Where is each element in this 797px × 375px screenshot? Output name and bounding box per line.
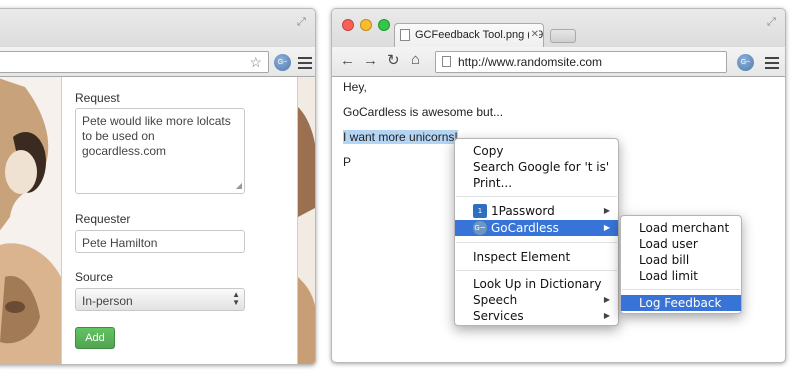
signature-text: P <box>343 155 352 169</box>
zoom-window-button[interactable] <box>378 19 390 31</box>
feedback-popup: Request Pete would like more lolcats to … <box>61 77 298 364</box>
submenu-item-load-merchant[interactable]: Load merchant <box>621 220 741 236</box>
requester-label: Requester <box>75 212 131 226</box>
cat-photo-left <box>0 77 61 364</box>
menu-item-1password-label: 1Password <box>491 204 555 218</box>
star-icon[interactable]: ☆ <box>249 54 262 71</box>
submenu-arrow-icon: ▶ <box>603 206 610 215</box>
submenu-item-log-feedback[interactable]: Log Feedback <box>621 295 741 311</box>
tab-bar: GCFeedback Tool.png (49 ✕ ⤢ <box>332 9 785 47</box>
context-menu: Copy Search Google for 't is' Print... 1… <box>454 138 619 326</box>
select-arrows-icon: ▲ ▼ <box>232 290 240 307</box>
menu-separator <box>622 289 740 290</box>
source-value: In-person <box>82 294 133 308</box>
minimize-window-button[interactable] <box>360 19 372 31</box>
menu-item-gocardless[interactable]: G~ GoCardless ▶ <box>455 220 618 236</box>
text-selection[interactable]: I want more unicorns! <box>343 130 458 144</box>
submenu-item-load-user[interactable]: Load user <box>621 236 741 252</box>
close-window-button[interactable] <box>342 19 354 31</box>
source-label: Source <box>75 270 114 284</box>
selected-text[interactable]: I want more unicorns! <box>343 130 458 144</box>
menu-item-copy[interactable]: Copy <box>455 143 618 159</box>
gocardless-submenu: Load merchant Load user Load bill Load l… <box>620 215 742 314</box>
address-bar[interactable]: http://www.randomsite.com <box>435 51 727 73</box>
reload-icon[interactable]: ↻ <box>387 51 400 69</box>
submenu-arrow-icon: ▶ <box>603 295 610 304</box>
menu-separator <box>456 242 617 243</box>
left-browser-window: ⤢ ☆ G~ Request Pete would like more lolc… <box>0 8 316 365</box>
address-bar[interactable]: ☆ <box>0 51 269 73</box>
menu-item-search-google[interactable]: Search Google for 't is' <box>455 159 618 175</box>
menu-separator <box>456 196 617 197</box>
tab-active[interactable]: GCFeedback Tool.png (49 ✕ <box>394 23 544 47</box>
tab-title: GCFeedback Tool.png (49 <box>415 29 544 41</box>
menu-separator <box>456 270 617 271</box>
menu-item-speech[interactable]: Speech ▶ <box>455 292 618 308</box>
fullscreen-icon[interactable]: ⤢ <box>767 17 777 28</box>
request-label: Request <box>75 91 120 105</box>
page-icon <box>442 56 451 67</box>
submenu-arrow-icon: ▶ <box>603 311 610 320</box>
forward-icon[interactable]: → <box>363 52 378 69</box>
submenu-item-load-limit[interactable]: Load limit <box>621 268 741 284</box>
menu-item-1password[interactable]: 1 1Password ▶ <box>455 203 618 219</box>
tab-close-icon[interactable]: ✕ <box>528 24 539 46</box>
page-icon <box>400 29 410 41</box>
url-text: http://www.randomsite.com <box>458 55 603 69</box>
menu-icon[interactable] <box>298 57 312 69</box>
new-tab-button[interactable] <box>550 29 576 43</box>
toolbar: ← → ↻ ⌂ http://www.randomsite.com G~ <box>332 47 785 77</box>
body-text: GoCardless is awesome but... <box>343 105 504 119</box>
gocardless-extension-icon[interactable]: G~ <box>737 54 754 71</box>
menu-item-services[interactable]: Services ▶ <box>455 308 618 324</box>
greeting-text: Hey, <box>343 80 367 94</box>
source-select[interactable]: In-person ▲ ▼ <box>75 288 245 311</box>
request-text: Pete would like more lolcats to be used … <box>82 114 231 158</box>
gocardless-icon: G~ <box>473 221 487 235</box>
menu-item-speech-label: Speech <box>473 293 518 307</box>
submenu-arrow-icon: ▶ <box>603 223 610 232</box>
menu-item-look-up[interactable]: Look Up in Dictionary <box>455 276 618 292</box>
menu-item-print[interactable]: Print... <box>455 175 618 191</box>
menu-item-gocardless-label: GoCardless <box>491 221 559 235</box>
1password-icon: 1 <box>473 204 487 218</box>
toolbar: ☆ G~ <box>0 47 315 77</box>
back-icon[interactable]: ← <box>340 52 355 69</box>
menu-icon[interactable] <box>765 57 779 69</box>
right-browser-window: GCFeedback Tool.png (49 ✕ ⤢ ← → ↻ ⌂ http… <box>331 8 786 363</box>
menu-item-inspect-element[interactable]: Inspect Element <box>455 249 618 265</box>
add-button[interactable]: Add <box>75 327 115 349</box>
resize-grip-icon[interactable]: ◢ <box>236 178 242 193</box>
requester-input[interactable]: Pete Hamilton <box>75 230 245 253</box>
fullscreen-icon[interactable]: ⤢ <box>297 17 307 28</box>
request-textarea[interactable]: Pete would like more lolcats to be used … <box>75 108 245 194</box>
submenu-item-load-bill[interactable]: Load bill <box>621 252 741 268</box>
tab-bar: ⤢ <box>0 9 315 47</box>
cat-photo-right <box>298 77 315 364</box>
gocardless-extension-icon[interactable]: G~ <box>274 54 291 71</box>
requester-value: Pete Hamilton <box>82 236 158 250</box>
menu-item-services-label: Services <box>473 309 524 323</box>
home-icon[interactable]: ⌂ <box>411 51 420 68</box>
